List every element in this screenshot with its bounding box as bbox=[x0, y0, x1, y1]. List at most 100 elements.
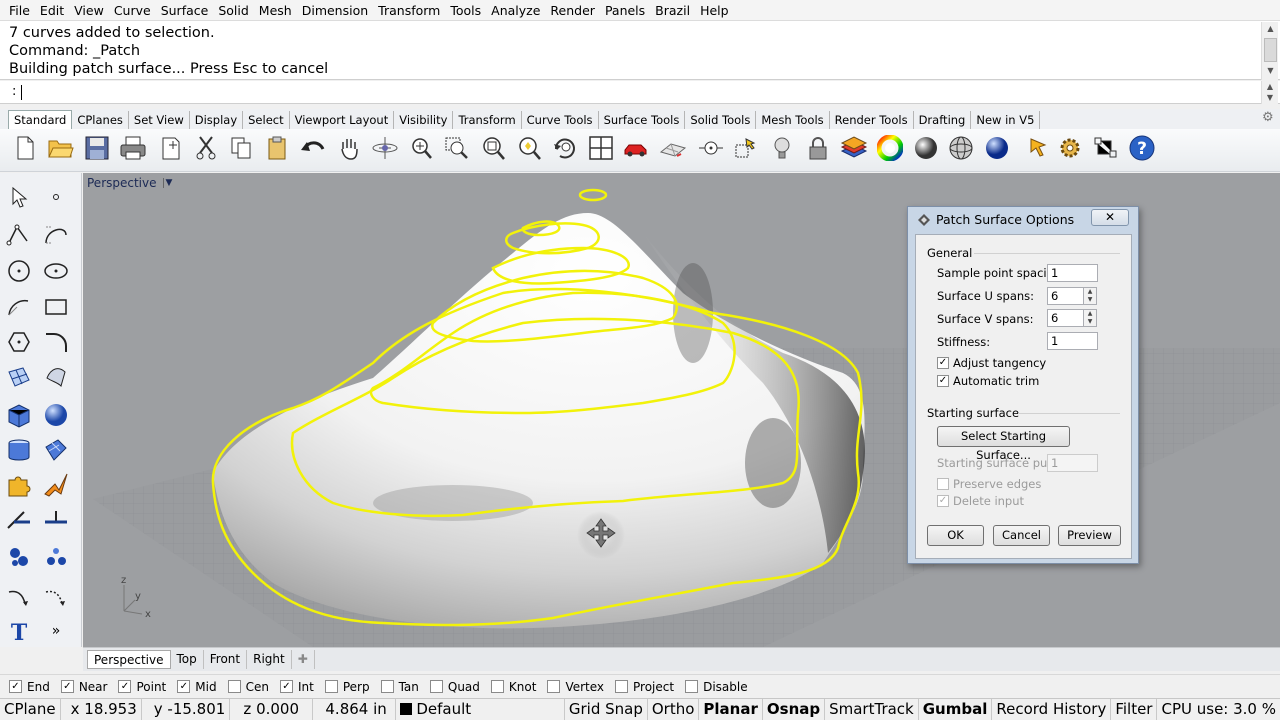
text-icon[interactable]: T bbox=[5, 617, 33, 645]
paste-icon[interactable] bbox=[262, 132, 292, 164]
scroll-thumb[interactable] bbox=[1263, 38, 1277, 62]
preserve-edges-checkbox[interactable] bbox=[937, 478, 949, 490]
explode-icon[interactable] bbox=[42, 471, 70, 499]
add-viewport-tab-plus-icon[interactable]: ✚ bbox=[292, 650, 315, 669]
tab-set-view[interactable]: Set View bbox=[129, 111, 190, 129]
ok-button[interactable]: OK bbox=[927, 525, 984, 546]
osnap-knot[interactable]: Knot bbox=[490, 680, 536, 694]
copy-icon[interactable] bbox=[226, 132, 256, 164]
osnap-checkbox[interactable] bbox=[227, 680, 241, 693]
menu-help[interactable]: Help bbox=[695, 0, 734, 21]
bulb-light-icon[interactable] bbox=[767, 132, 797, 164]
arc-icon[interactable] bbox=[5, 293, 33, 321]
render-sphere-icon[interactable] bbox=[911, 132, 941, 164]
adjust-tangency-checkbox[interactable]: ✓ bbox=[937, 357, 949, 369]
automatic-trim-checkbox[interactable]: ✓ bbox=[937, 375, 949, 387]
select-starting-surface-button[interactable]: Select Starting Surface... bbox=[937, 426, 1070, 462]
osnap-perp[interactable]: Perp bbox=[324, 680, 370, 694]
wire-sphere-icon[interactable] bbox=[946, 132, 976, 164]
osnap-checkbox[interactable] bbox=[685, 680, 699, 693]
toolbar-options-gear-icon[interactable]: ⚙ bbox=[1262, 110, 1276, 125]
osnap-end[interactable]: ✓ End bbox=[9, 680, 50, 694]
viewport-title[interactable]: Perspective ▼ bbox=[87, 176, 172, 190]
tab-viewport-layout[interactable]: Viewport Layout bbox=[290, 111, 395, 129]
split-icon[interactable] bbox=[42, 507, 70, 535]
select-arrow-icon[interactable] bbox=[5, 183, 33, 211]
color-wheel-icon[interactable] bbox=[875, 132, 905, 164]
viewport-tab-top[interactable]: Top bbox=[171, 650, 204, 669]
menu-render[interactable]: Render bbox=[545, 0, 600, 21]
rotate-view-icon[interactable] bbox=[370, 132, 400, 164]
surface-v-spans-field[interactable]: 6 bbox=[1047, 309, 1084, 327]
cut-icon[interactable] bbox=[191, 132, 221, 164]
menu-transform[interactable]: Transform bbox=[373, 0, 445, 21]
menu-tools[interactable]: Tools bbox=[445, 0, 486, 21]
trim-icon[interactable] bbox=[5, 507, 33, 535]
tab-mesh-tools[interactable]: Mesh Tools bbox=[756, 111, 830, 129]
command-prompt[interactable]: : ▲ ▼ bbox=[0, 81, 1280, 104]
osnap-quad[interactable]: Quad bbox=[429, 680, 480, 694]
viewport-tab-right[interactable]: Right bbox=[247, 650, 292, 669]
zoom-window-icon[interactable] bbox=[442, 132, 472, 164]
osnap-point[interactable]: ✓ Point bbox=[118, 680, 166, 694]
menu-curve[interactable]: Curve bbox=[109, 0, 156, 21]
osnap-checkbox[interactable] bbox=[429, 680, 443, 693]
tab-drafting[interactable]: Drafting bbox=[914, 111, 972, 129]
dialog-close-button[interactable]: ✕ bbox=[1091, 209, 1129, 226]
osnap-int[interactable]: ✓ Int bbox=[279, 680, 314, 694]
osnap-vertex[interactable]: Vertex bbox=[547, 680, 604, 694]
tab-curve-tools[interactable]: Curve Tools bbox=[522, 111, 599, 129]
tab-new-in-v5[interactable]: New in V5 bbox=[971, 111, 1041, 129]
viewport-tab-front[interactable]: Front bbox=[204, 650, 248, 669]
menu-edit[interactable]: Edit bbox=[35, 0, 69, 21]
status-planar[interactable]: Planar bbox=[699, 698, 763, 720]
tab-display[interactable]: Display bbox=[190, 111, 244, 129]
u-spans-stepper[interactable]: ▲ ▼ bbox=[1083, 287, 1097, 305]
zoom-selected-icon[interactable] bbox=[514, 132, 544, 164]
save-icon[interactable] bbox=[82, 132, 112, 164]
pan-hand-icon[interactable] bbox=[334, 132, 364, 164]
delete-input-checkbox[interactable]: ✓ bbox=[937, 495, 949, 507]
circle-icon[interactable] bbox=[5, 257, 33, 285]
dialog-titlebar[interactable]: Patch Surface Options ✕ bbox=[908, 207, 1138, 232]
rotate-3d-icon[interactable] bbox=[550, 132, 580, 164]
menu-brazil[interactable]: Brazil bbox=[650, 0, 695, 21]
viewport-menu-chevron-down-icon[interactable]: ▼ bbox=[162, 178, 172, 188]
tab-surface-tools[interactable]: Surface Tools bbox=[599, 111, 686, 129]
import-icon[interactable] bbox=[156, 132, 186, 164]
status-smarttrack[interactable]: SmartTrack bbox=[825, 698, 919, 720]
osnap-cen[interactable]: Cen bbox=[227, 680, 269, 694]
new-file-icon[interactable] bbox=[10, 132, 40, 164]
box-icon[interactable] bbox=[5, 401, 33, 429]
status-record-history[interactable]: Record History bbox=[992, 698, 1112, 720]
car-named-view-icon[interactable] bbox=[622, 132, 652, 164]
group-icon[interactable] bbox=[5, 543, 33, 571]
osnap-disable[interactable]: Disable bbox=[685, 680, 748, 694]
command-prompt-spinner[interactable]: ▲ ▼ bbox=[1261, 81, 1278, 104]
snap-grid-icon[interactable] bbox=[1091, 132, 1121, 164]
sphere-icon[interactable] bbox=[42, 401, 70, 429]
menu-view[interactable]: View bbox=[69, 0, 109, 21]
grid-4-views-icon[interactable] bbox=[586, 132, 616, 164]
transform-puzzle-icon[interactable] bbox=[5, 471, 33, 499]
osnap-checkbox[interactable] bbox=[547, 680, 561, 693]
zoom-dynamic-icon[interactable] bbox=[406, 132, 436, 164]
osnap-checkbox[interactable] bbox=[324, 680, 338, 693]
polygon-icon[interactable] bbox=[5, 328, 33, 356]
curve-icon[interactable] bbox=[42, 221, 70, 249]
menu-panels[interactable]: Panels bbox=[600, 0, 650, 21]
osnap-checkbox[interactable] bbox=[615, 680, 629, 693]
menu-dimension[interactable]: Dimension bbox=[297, 0, 373, 21]
gumball-select-icon[interactable] bbox=[731, 132, 761, 164]
command-history-scrollbar[interactable]: ▲ ▼ bbox=[1261, 22, 1278, 80]
osnap-tan[interactable]: Tan bbox=[380, 680, 419, 694]
status-filter[interactable]: Filter bbox=[1111, 698, 1158, 720]
osnap-mid[interactable]: ✓ Mid bbox=[177, 680, 217, 694]
blue-sphere-icon[interactable] bbox=[982, 132, 1012, 164]
tab-standard[interactable]: Standard bbox=[8, 110, 73, 129]
point-icon[interactable] bbox=[42, 183, 70, 211]
print-icon[interactable] bbox=[118, 132, 148, 164]
scroll-up-icon[interactable]: ▲ bbox=[1262, 22, 1279, 36]
cylinder-icon[interactable] bbox=[5, 436, 33, 464]
zoom-extents-icon[interactable] bbox=[478, 132, 508, 164]
